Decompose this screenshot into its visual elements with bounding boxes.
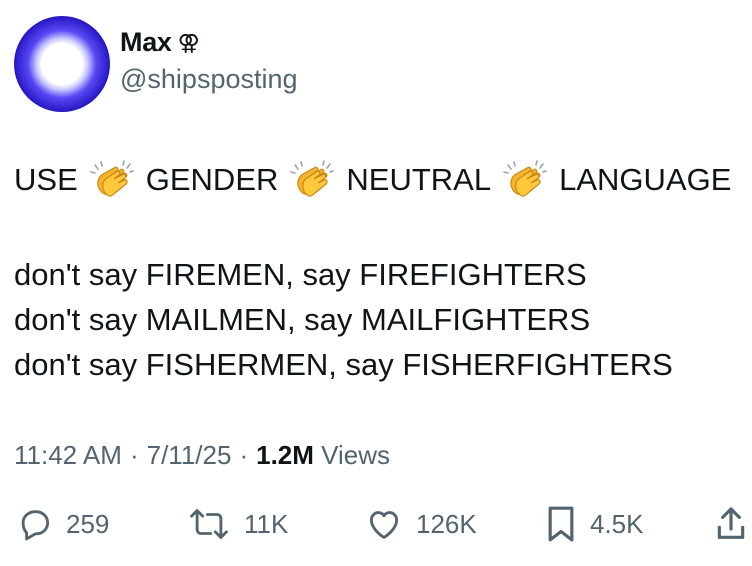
avatar[interactable]: [14, 16, 110, 112]
share-icon: [717, 507, 745, 539]
repost-icon: [190, 509, 228, 539]
bookmark-button[interactable]: 4.5K: [544, 500, 644, 548]
action-bar: 259 11K 126K 4.5K: [0, 500, 752, 548]
heart-icon: [369, 511, 399, 539]
views-count: 1.2M: [256, 440, 314, 470]
headline-word: GENDER: [145, 162, 279, 197]
tweet-headline: USE GENDER NEUTRAL LANGUAGE: [14, 158, 731, 202]
tweet-line: don't say MAILMEN, say MAILFIGHTERS: [14, 302, 591, 337]
headline-word: USE: [14, 162, 78, 197]
display-name[interactable]: Max: [120, 27, 172, 58]
user-handle[interactable]: @shipsposting: [120, 64, 298, 95]
tweet-date[interactable]: 7/11/25: [147, 440, 232, 471]
meta-separator: ·: [239, 440, 249, 470]
author-name-row: Max ⚢: [120, 27, 200, 58]
repost-button[interactable]: 11K: [186, 500, 288, 548]
headline-word: NEUTRAL: [346, 162, 492, 197]
bookmark-count: 4.5K: [590, 508, 644, 539]
tweet-time[interactable]: 11:42 AM: [14, 440, 122, 471]
reply-button[interactable]: 259: [16, 500, 109, 548]
like-button[interactable]: 126K: [364, 500, 477, 548]
tweet-meta: 11:42 AM · 7/11/25 · 1.2M Views: [14, 440, 390, 471]
tweet-body: don't say FIREMEN, say FIREFIGHTERS don'…: [14, 252, 673, 387]
views-label: Views: [321, 440, 391, 470]
clapping-hands-icon: [503, 160, 547, 197]
repost-count: 11K: [244, 508, 289, 539]
meta-separator: ·: [129, 440, 139, 470]
bookmark-icon: [548, 506, 574, 542]
reply-count: 259: [66, 508, 110, 539]
like-count: 126K: [416, 508, 477, 539]
gender-symbol-icon: ⚢: [177, 29, 200, 55]
tweet-line: don't say FIREMEN, say FIREFIGHTERS: [14, 257, 587, 292]
clapping-hands-icon: [290, 160, 335, 197]
headline-word: LANGUAGE: [559, 162, 732, 197]
share-button[interactable]: [714, 500, 748, 548]
tweet-line: don't say FISHERMEN, say FISHERFIGHTERS: [14, 347, 673, 382]
reply-icon: [21, 510, 50, 541]
clapping-hands-icon: [89, 160, 134, 197]
